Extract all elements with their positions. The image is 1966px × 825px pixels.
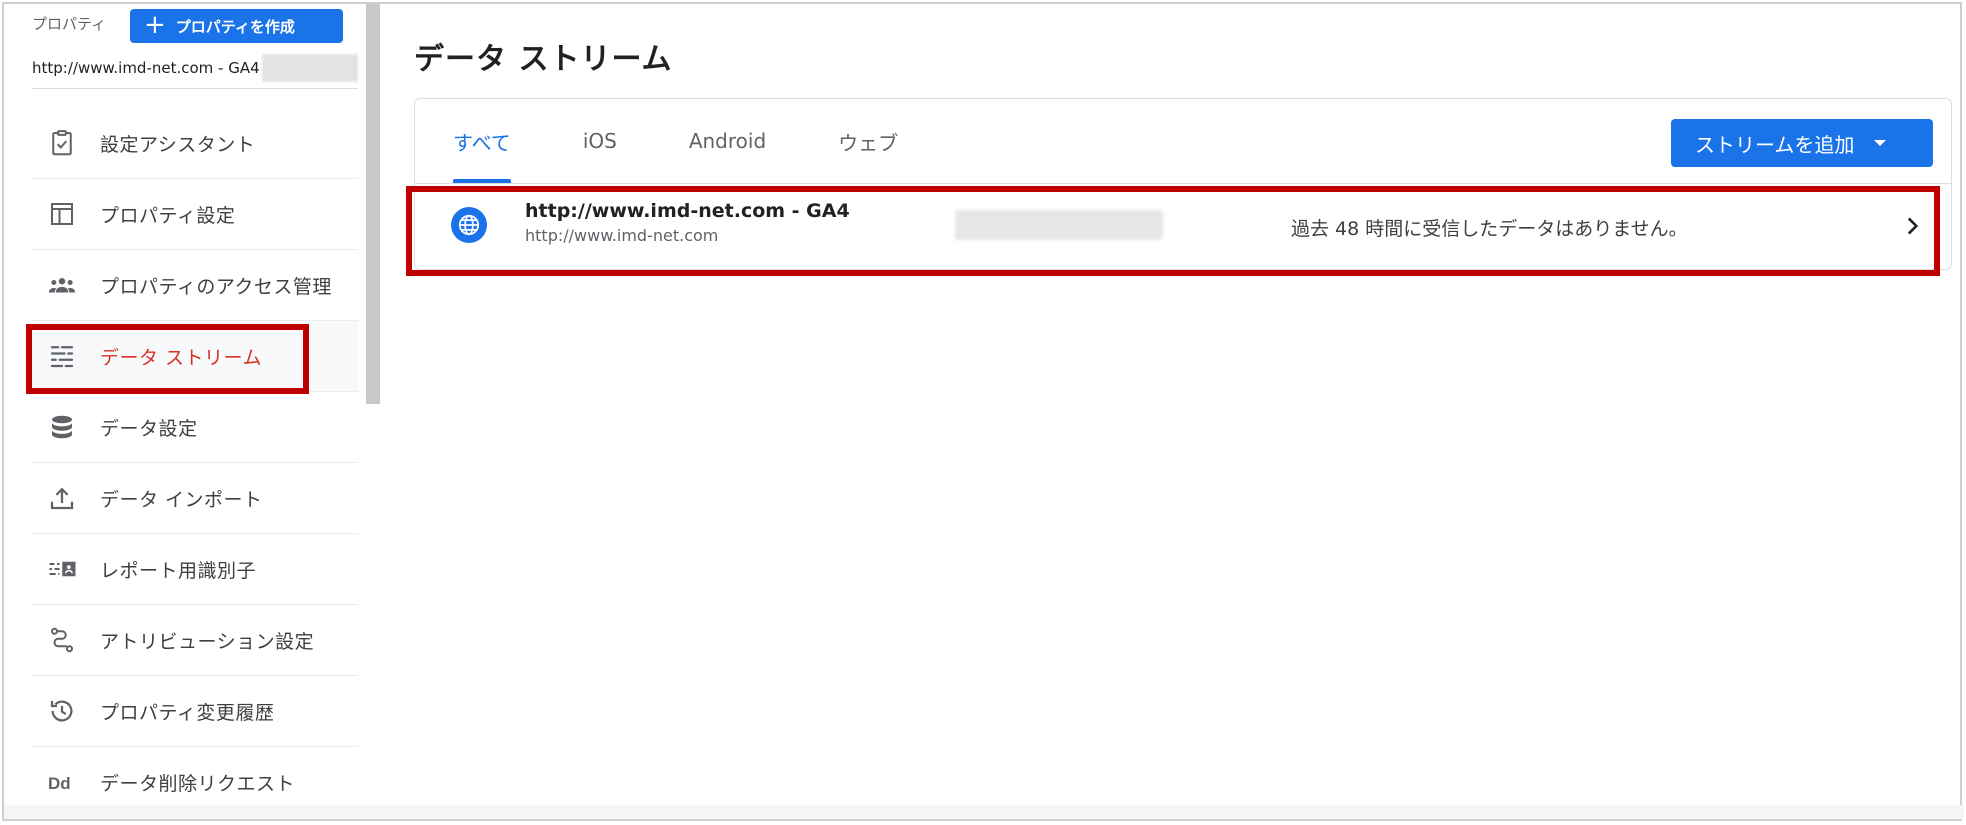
property-section-label: プロパティ	[32, 15, 107, 33]
tab-label: すべて	[453, 130, 511, 155]
database-stack-icon	[46, 411, 78, 443]
property-selector[interactable]: http://www.imd-net.com - GA4	[32, 59, 260, 77]
nav-label: 設定アシスタント	[100, 133, 256, 156]
tab-label: Android	[688, 129, 767, 153]
history-icon	[46, 695, 78, 727]
page-title: データ ストリーム	[414, 42, 673, 77]
nav-label: データ インポート	[100, 488, 263, 511]
tab-web[interactable]: ウェブ	[838, 99, 898, 183]
tab-label: ウェブ	[838, 130, 899, 155]
add-stream-button[interactable]: ストリームを追加	[1671, 119, 1933, 167]
attribution-path-icon	[46, 624, 78, 656]
nav-item-setup-assistant[interactable]: 設定アシスタント	[32, 108, 358, 179]
nav-label: プロパティ設定	[100, 204, 236, 227]
clipboard-check-icon	[46, 127, 78, 159]
stream-tabs: すべて iOS Android ウェブ	[415, 99, 898, 183]
create-property-button[interactable]: + プロパティを作成	[130, 9, 343, 43]
bottom-strip	[4, 805, 1964, 819]
tab-label: iOS	[582, 129, 617, 153]
nav-item-property-settings[interactable]: プロパティ設定	[32, 179, 358, 250]
people-icon	[46, 269, 78, 301]
caret-down-icon	[1874, 140, 1887, 146]
tab-all[interactable]: すべて	[453, 99, 511, 183]
main-content: データ ストリーム すべて iOS Android ウェブ ストリームを追加 h…	[382, 4, 1962, 819]
nav-label: レポート用識別子	[100, 559, 257, 582]
highlight-box-stream-row	[406, 186, 1940, 276]
nav-label: アトリビューション設定	[100, 630, 315, 653]
tab-android[interactable]: Android	[689, 99, 766, 183]
nav-label: データ設定	[100, 417, 198, 440]
plus-icon: +	[144, 10, 166, 40]
layout-window-icon	[46, 198, 78, 230]
sidebar-scrollbar[interactable]	[366, 4, 380, 404]
add-stream-label: ストリームを追加	[1695, 132, 1855, 157]
property-id-redacted	[262, 54, 358, 82]
admin-nav: 設定アシスタント プロパティ設定 プロパティのアクセス管理 データ ストリーム …	[32, 108, 358, 818]
admin-sidebar: プロパティ + プロパティを作成 http://www.imd-net.com …	[4, 4, 362, 819]
nav-item-access-management[interactable]: プロパティのアクセス管理	[32, 250, 358, 321]
app-window: プロパティ + プロパティを作成 http://www.imd-net.com …	[2, 2, 1964, 821]
nav-item-attribution-settings[interactable]: アトリビューション設定	[32, 605, 358, 676]
dd-delete-icon: Dd	[46, 767, 78, 799]
nav-item-data-settings[interactable]: データ設定	[32, 392, 358, 463]
nav-label: データ削除リクエスト	[100, 773, 296, 795]
nav-item-data-import[interactable]: データ インポート	[32, 463, 358, 534]
nav-item-reporting-identity[interactable]: レポート用識別子	[32, 534, 358, 605]
create-property-label: プロパティを作成	[175, 17, 295, 36]
nav-item-change-history[interactable]: プロパティ変更履歴	[32, 676, 358, 747]
nav-label: プロパティ変更履歴	[100, 701, 275, 724]
nav-label: プロパティのアクセス管理	[100, 275, 332, 298]
identifier-icon	[46, 553, 78, 585]
upload-icon	[46, 482, 78, 514]
svg-text:Dd: Dd	[48, 774, 71, 793]
tab-ios[interactable]: iOS	[583, 99, 617, 183]
property-divider	[32, 88, 358, 89]
highlight-box-nav	[26, 324, 309, 394]
